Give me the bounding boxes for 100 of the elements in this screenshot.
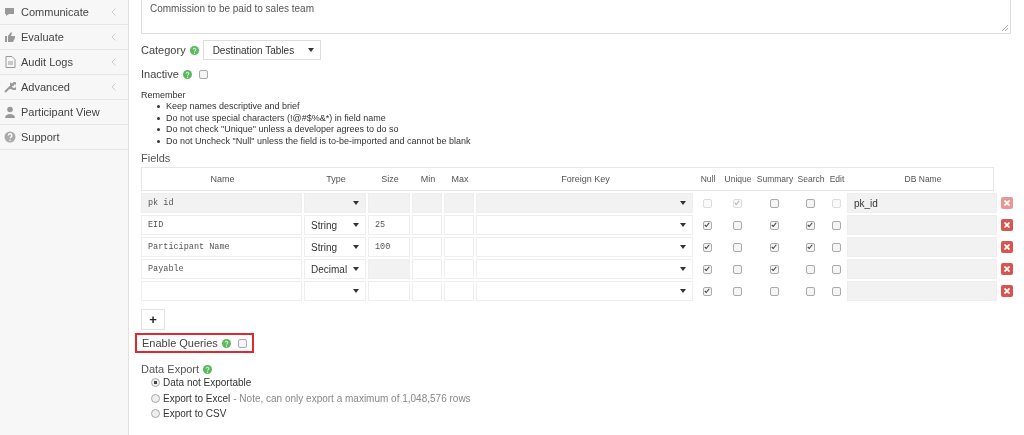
checkbox[interactable] bbox=[732, 286, 742, 296]
checkbox[interactable] bbox=[805, 286, 815, 296]
checkbox[interactable] bbox=[805, 264, 815, 274]
type-select[interactable]: Decimal bbox=[304, 259, 366, 279]
checkbox[interactable] bbox=[769, 264, 779, 274]
radio-button[interactable] bbox=[151, 378, 160, 388]
sidebar-item[interactable]: Communicate bbox=[0, 0, 128, 25]
name-field[interactable]: Payable bbox=[141, 259, 302, 279]
checkbox[interactable] bbox=[702, 286, 712, 296]
resize-handle-icon bbox=[1002, 25, 1008, 31]
column-header: Unique bbox=[723, 174, 753, 184]
option-label: Export to Excel bbox=[163, 392, 231, 404]
checkbox[interactable] bbox=[805, 242, 815, 252]
delete-button[interactable] bbox=[1001, 263, 1013, 275]
option-note: - Note, can only export a maximum of 1,048,576 rows bbox=[233, 392, 471, 404]
data-export-heading: Data Export bbox=[141, 363, 200, 375]
foreign-key-select[interactable] bbox=[476, 281, 693, 301]
close-icon bbox=[1004, 200, 1010, 206]
type-select[interactable] bbox=[304, 281, 366, 301]
caret-down-icon bbox=[680, 201, 686, 205]
option-label: Export to CSV bbox=[163, 408, 227, 420]
fields-heading: Fields bbox=[141, 152, 171, 164]
column-header: Null bbox=[699, 174, 717, 184]
column-header: Name bbox=[209, 174, 236, 184]
checkbox[interactable] bbox=[831, 242, 841, 252]
column-header: Size bbox=[380, 174, 400, 184]
checkbox[interactable] bbox=[702, 242, 712, 252]
name-field[interactable]: EID bbox=[141, 215, 302, 235]
bullet bbox=[157, 139, 160, 143]
description-field[interactable]: Commission to be paid to sales team bbox=[141, 0, 1011, 34]
checkbox[interactable] bbox=[831, 286, 841, 296]
checkbox[interactable] bbox=[732, 242, 742, 252]
wrench-icon bbox=[4, 81, 16, 93]
category-select[interactable]: Destination Tables bbox=[202, 40, 321, 60]
foreign-key-select[interactable] bbox=[476, 215, 693, 235]
type-select[interactable]: String bbox=[304, 237, 366, 257]
foreign-key-select[interactable] bbox=[476, 237, 693, 257]
bullet bbox=[157, 128, 160, 132]
checkbox[interactable] bbox=[769, 286, 779, 296]
checkbox[interactable] bbox=[769, 242, 779, 252]
checkbox[interactable] bbox=[805, 198, 815, 208]
caret-down-icon bbox=[680, 289, 686, 293]
type-select[interactable]: String bbox=[304, 215, 366, 235]
bullet bbox=[157, 116, 160, 120]
caret-down-icon bbox=[680, 267, 686, 271]
size-field[interactable]: 25 bbox=[368, 215, 410, 235]
caret-down-icon bbox=[307, 48, 314, 52]
delete-button[interactable] bbox=[1001, 241, 1013, 253]
checkbox[interactable] bbox=[831, 264, 841, 274]
checkbox[interactable] bbox=[732, 220, 742, 230]
close-icon bbox=[1004, 288, 1010, 294]
chat-icon bbox=[4, 6, 16, 18]
name-field[interactable]: pk id bbox=[141, 193, 302, 213]
chevron-left-icon bbox=[111, 58, 116, 66]
radio-button[interactable] bbox=[151, 393, 160, 403]
chevron-left-icon bbox=[111, 8, 116, 16]
column-header: Foreign Key bbox=[560, 174, 611, 184]
close-icon bbox=[1004, 222, 1010, 228]
delete-button[interactable] bbox=[1001, 285, 1013, 297]
checkbox[interactable] bbox=[198, 69, 208, 79]
caret-down-icon bbox=[353, 201, 359, 205]
db-name-field[interactable]: pk_id bbox=[847, 193, 997, 213]
caret-down-icon bbox=[353, 289, 359, 293]
category-label: Category bbox=[141, 44, 186, 56]
column-header: DB Name bbox=[903, 174, 943, 184]
inactive-label: Inactive bbox=[141, 68, 179, 80]
chevron-left-icon bbox=[111, 33, 116, 41]
column-header: Summary bbox=[756, 174, 794, 184]
remember-item: Do not use special characters (!@#$%&*) in field name bbox=[166, 112, 386, 124]
sidebar-item[interactable]: Support bbox=[0, 125, 128, 150]
close-icon bbox=[1004, 244, 1010, 250]
sidebar-item[interactable]: Participant View bbox=[0, 100, 128, 125]
checkbox[interactable] bbox=[769, 198, 779, 208]
remember-item: Keep names descriptive and brief bbox=[166, 101, 300, 113]
add-row-button[interactable]: + bbox=[141, 309, 165, 330]
caret-down-icon bbox=[353, 267, 359, 271]
sidebar-item[interactable]: Evaluate bbox=[0, 25, 128, 50]
checkbox[interactable] bbox=[702, 264, 712, 274]
column-header: Edit bbox=[828, 174, 846, 184]
delete-button[interactable] bbox=[1001, 197, 1013, 209]
caret-down-icon bbox=[680, 245, 686, 249]
caret-down-icon bbox=[353, 245, 359, 249]
thumbs-up-icon bbox=[4, 31, 16, 43]
checkbox[interactable] bbox=[831, 220, 841, 230]
checkbox[interactable] bbox=[769, 220, 779, 230]
checkbox[interactable] bbox=[237, 338, 247, 348]
delete-button[interactable] bbox=[1001, 219, 1013, 231]
name-field[interactable]: Participant Name bbox=[141, 237, 302, 257]
checkbox[interactable] bbox=[702, 220, 712, 230]
foreign-key-select[interactable] bbox=[476, 259, 693, 279]
caret-down-icon bbox=[680, 223, 686, 227]
size-field[interactable]: 100 bbox=[368, 237, 410, 257]
option-label: Data not Exportable bbox=[163, 377, 252, 389]
checkbox[interactable] bbox=[805, 220, 815, 230]
user-icon bbox=[4, 106, 16, 118]
document-icon bbox=[4, 56, 16, 68]
radio-button[interactable] bbox=[151, 409, 160, 419]
checkbox[interactable] bbox=[732, 264, 742, 274]
sidebar-item[interactable]: Advanced bbox=[0, 75, 128, 100]
sidebar-item[interactable]: Audit Logs bbox=[0, 50, 128, 75]
